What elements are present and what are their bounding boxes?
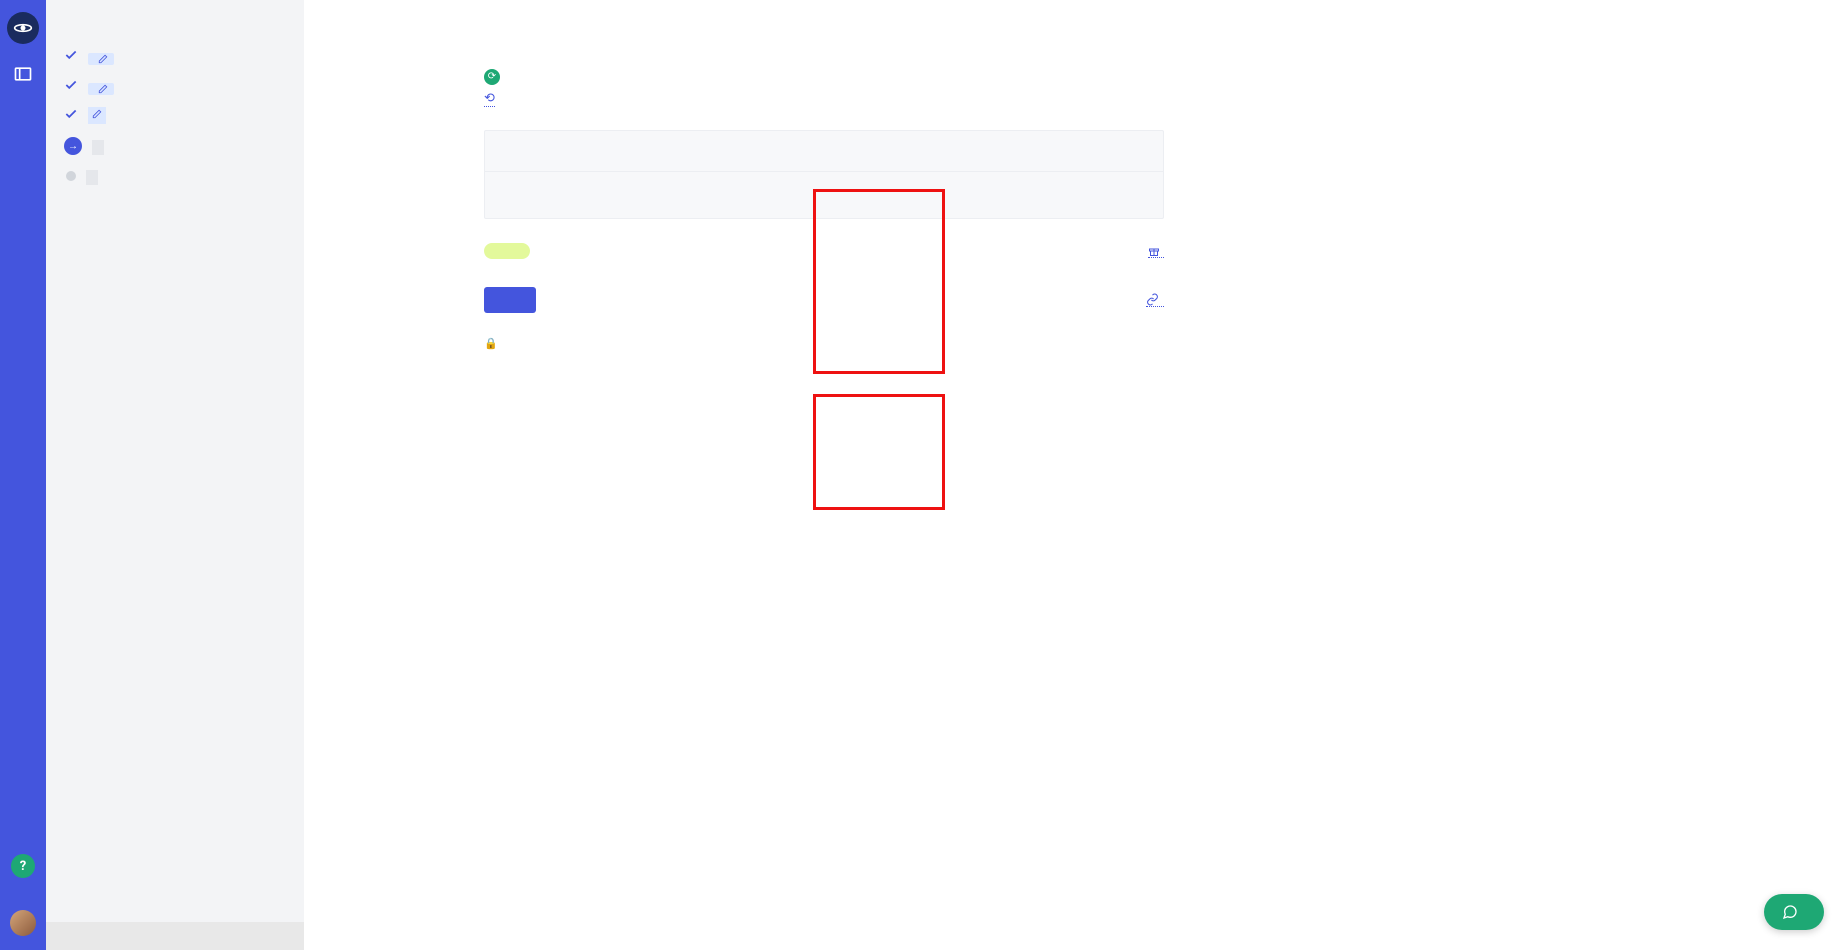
step-to [64,76,286,96]
nav-rail: ? [0,0,46,950]
edit-icon [98,54,108,64]
demo-status [92,140,104,155]
edit-icon [98,84,108,94]
dot-icon [66,171,76,181]
step-objects [64,105,286,127]
help-icon[interactable]: ? [11,854,35,878]
check-icon [64,107,78,121]
step-demo: → [64,137,286,157]
avatar[interactable] [10,910,36,936]
link-icon [1146,293,1159,306]
change-mapping-link[interactable]: ⟲ [484,91,495,107]
edit-icon [92,109,102,119]
support-hours [46,922,304,950]
objects-value[interactable] [88,107,106,124]
total-row [485,194,1163,218]
check-icon [64,48,78,62]
highlight-box-2 [813,394,945,510]
brand-logo[interactable] [7,12,39,44]
chat-icon [1782,904,1798,920]
section-kb [485,171,1163,194]
price-row [484,243,1164,259]
coupon-link[interactable] [1148,245,1164,258]
all-status [86,170,98,185]
freshdesk-icon: ⟳ [484,69,500,85]
table-header [485,131,1163,153]
action-row [484,287,1164,313]
chat-button[interactable] [1764,894,1824,930]
to-value[interactable] [88,83,114,95]
gift-icon [1148,245,1160,257]
step-all-data [64,167,286,187]
records-table [484,130,1164,219]
check-icon [64,78,78,92]
from-value[interactable] [88,53,114,65]
panel-icon[interactable] [13,64,33,84]
footnote: 🔒 [484,335,1164,353]
price-pill [484,243,530,259]
step-from [64,46,286,66]
arrow-icon: → [64,137,82,155]
intro-text: ⟳ ⟲ [484,66,1164,110]
main-content: ⟳ ⟲ [304,0,1848,950]
proceed-button[interactable] [484,287,536,313]
lock-icon: 🔒 [484,335,498,353]
share-link[interactable] [1146,293,1164,307]
sidebar: → [46,0,304,950]
section-helpdesk [485,153,1163,171]
